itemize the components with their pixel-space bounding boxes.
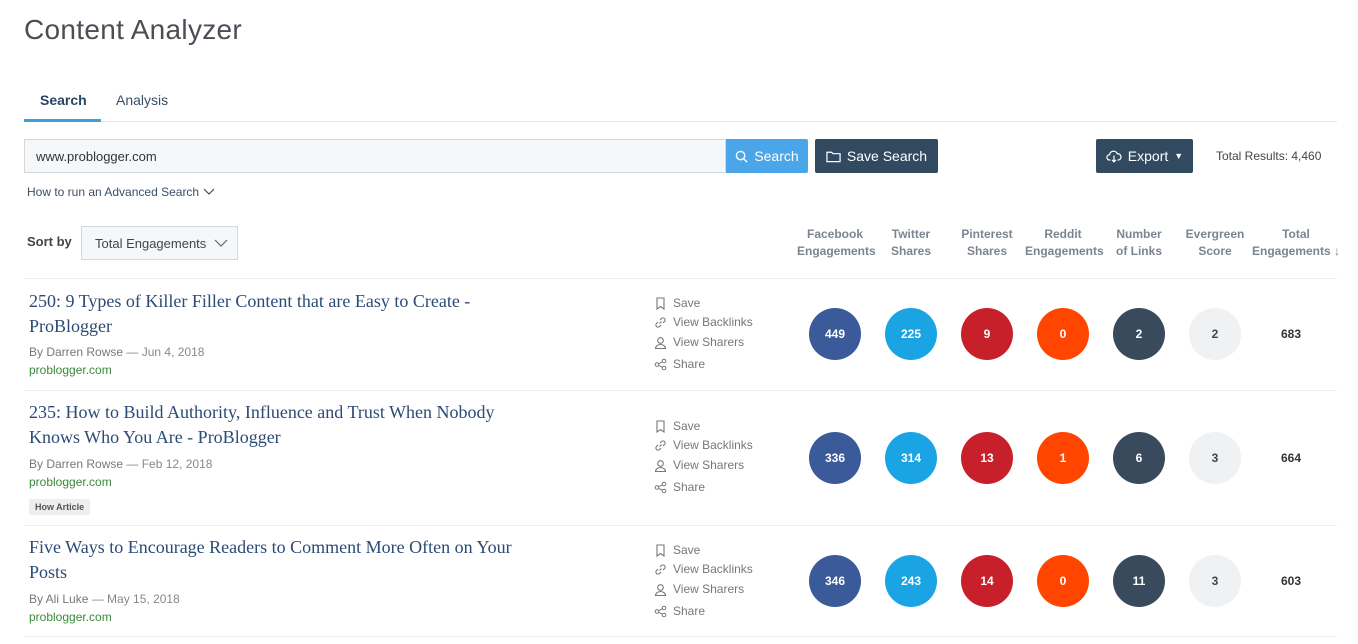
sort-selected: Total Engagements	[95, 235, 207, 251]
view-sharers-action[interactable]: View Sharers	[654, 333, 744, 351]
number-of-links[interactable]: 2	[1113, 308, 1165, 360]
pinterest-shares: 13	[961, 432, 1013, 484]
bookmark-icon	[656, 419, 665, 433]
twitter-shares: 225	[885, 308, 937, 360]
link-icon	[655, 439, 666, 451]
export-label: Export	[1127, 148, 1169, 164]
sort-label: Sort by	[27, 234, 72, 249]
article-domain[interactable]: problogger.com	[29, 610, 112, 624]
caret-down-icon: ▼	[1174, 151, 1184, 161]
article-domain[interactable]: problogger.com	[29, 363, 112, 377]
reddit-engagements: 0	[1037, 308, 1089, 360]
reddit-engagements: 0	[1037, 555, 1089, 607]
article-row: Five Ways to Encourage Readers to Commen…	[24, 525, 1337, 637]
evergreen-score: 3	[1189, 555, 1241, 607]
article-domain[interactable]: problogger.com	[29, 475, 112, 489]
facebook-engagements: 346	[809, 555, 861, 607]
article-author: By Darren Rowse	[29, 457, 124, 471]
user-icon	[654, 583, 667, 596]
tab-search[interactable]: Search	[24, 86, 101, 122]
view-sharers-action[interactable]: View Sharers	[654, 456, 744, 474]
total-engagements: 683	[1280, 327, 1302, 341]
save-action[interactable]: Save	[654, 294, 700, 312]
chevron-down-icon	[214, 239, 228, 247]
save-action[interactable]: Save	[654, 417, 700, 435]
share-icon	[654, 481, 667, 493]
pinterest-shares: 9	[961, 308, 1013, 360]
article-date: — May 15, 2018	[91, 592, 180, 606]
column-header-twitter[interactable]: Twitter Shares	[873, 226, 949, 260]
article-title[interactable]: Five Ways to Encourage Readers to Commen…	[29, 535, 589, 585]
article-tag: How Article	[29, 499, 91, 515]
article-meta: By Ali Luke — May 15, 2018	[29, 592, 180, 606]
bookmark-icon	[656, 296, 665, 310]
view-backlinks-action[interactable]: View Backlinks	[654, 560, 753, 578]
article-title[interactable]: 235: How to Build Authority, Influence a…	[29, 400, 589, 450]
cloud-download-icon	[1106, 150, 1122, 163]
number-of-links[interactable]: 6	[1113, 432, 1165, 484]
tab-bar: Search Analysis	[24, 86, 1337, 122]
article-date: — Jun 4, 2018	[126, 345, 205, 359]
reddit-engagements: 1	[1037, 432, 1089, 484]
column-header-facebook[interactable]: Facebook Engagements	[797, 226, 876, 260]
page-title: Content Analyzer	[24, 14, 243, 45]
total-engagements: 664	[1280, 451, 1302, 465]
column-header-total[interactable]: Total Engagements ↓	[1248, 226, 1344, 260]
share-icon	[654, 605, 667, 617]
article-title[interactable]: 250: 9 Types of Killer Filler Content th…	[29, 289, 589, 339]
column-header-evergreen[interactable]: Evergreen Score	[1177, 226, 1253, 260]
tab-analysis[interactable]: Analysis	[100, 86, 184, 122]
share-action[interactable]: Share	[654, 478, 705, 496]
article-row: 250: 9 Types of Killer Filler Content th…	[24, 278, 1337, 390]
chevron-down-icon	[203, 188, 215, 195]
share-action[interactable]: Share	[654, 355, 705, 373]
column-header-pinterest[interactable]: Pinterest Shares	[949, 226, 1025, 260]
user-icon	[654, 336, 667, 349]
evergreen-score: 3	[1189, 432, 1241, 484]
article-author: By Darren Rowse	[29, 345, 124, 359]
facebook-engagements: 449	[809, 308, 861, 360]
view-backlinks-action[interactable]: View Backlinks	[654, 313, 753, 331]
number-of-links[interactable]: 11	[1113, 555, 1165, 607]
column-header-links[interactable]: Number of Links	[1101, 226, 1177, 260]
total-results: Total Results: 4,460	[1216, 149, 1322, 163]
search-button[interactable]: Search	[726, 139, 808, 173]
article-meta: By Darren Rowse — Feb 12, 2018	[29, 457, 212, 471]
sort-select[interactable]: Total Engagements	[81, 226, 238, 260]
article-meta: By Darren Rowse — Jun 4, 2018	[29, 345, 204, 359]
view-backlinks-action[interactable]: View Backlinks	[654, 436, 753, 454]
article-author: By Ali Luke	[29, 592, 89, 606]
facebook-engagements: 336	[809, 432, 861, 484]
pinterest-shares: 14	[961, 555, 1013, 607]
share-icon	[654, 358, 667, 370]
link-icon	[655, 563, 666, 575]
twitter-shares: 314	[885, 432, 937, 484]
export-button[interactable]: Export ▼	[1096, 139, 1193, 173]
save-search-label: Save Search	[846, 148, 928, 164]
share-action[interactable]: Share	[654, 602, 705, 620]
article-row: 235: How to Build Authority, Influence a…	[24, 390, 1337, 525]
bookmark-icon	[656, 543, 665, 557]
save-action[interactable]: Save	[654, 541, 700, 559]
search-button-label: Search	[754, 148, 799, 164]
evergreen-score: 2	[1189, 308, 1241, 360]
folder-icon	[826, 151, 841, 162]
advanced-search-label: How to run an Advanced Search	[27, 185, 200, 199]
view-sharers-action[interactable]: View Sharers	[654, 580, 744, 598]
search-icon	[736, 150, 748, 163]
twitter-shares: 243	[885, 555, 937, 607]
link-icon	[655, 316, 666, 328]
article-date: — Feb 12, 2018	[126, 457, 213, 471]
search-input[interactable]	[24, 139, 726, 173]
user-icon	[654, 459, 667, 472]
save-search-button[interactable]: Save Search	[815, 139, 938, 173]
column-header-reddit[interactable]: Reddit Engagements	[1025, 226, 1104, 260]
advanced-search-link[interactable]: How to run an Advanced Search	[27, 185, 215, 199]
total-engagements: 603	[1280, 574, 1302, 588]
